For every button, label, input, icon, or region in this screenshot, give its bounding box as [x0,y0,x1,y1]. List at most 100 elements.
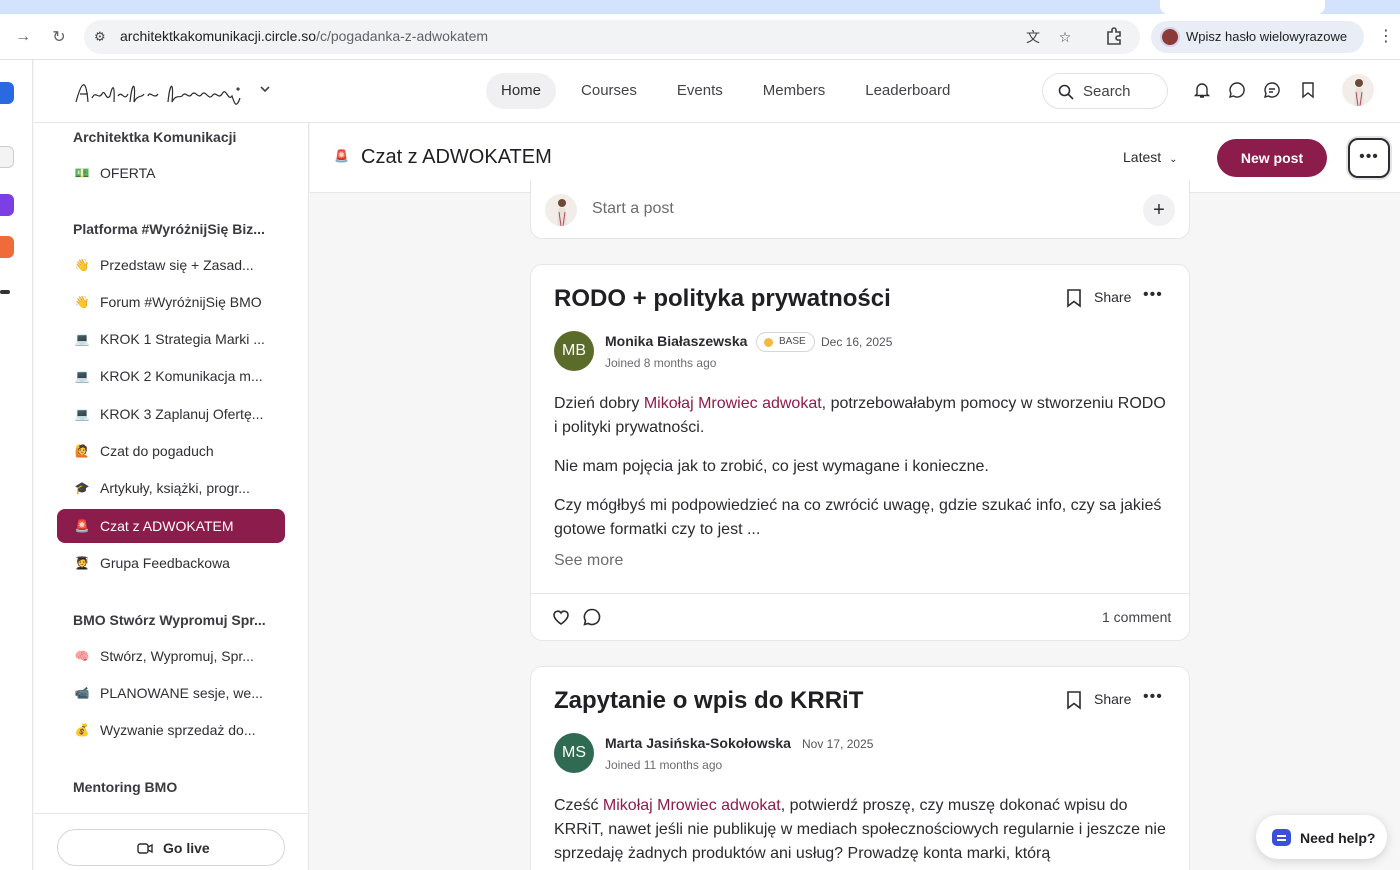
new-post-button[interactable]: New post [1217,139,1327,177]
badge-label: BASE [779,336,806,347]
add-icon[interactable]: + [1143,194,1175,226]
author-name[interactable]: Monika Białaszewska [605,333,747,349]
sidebar-item-feedback[interactable]: 🧑‍🎓 Grupa Feedbackowa [57,546,285,580]
sidebar-item-krok3[interactable]: 💻 KROK 3 Zaplanuj Ofertę... [57,397,285,431]
search-button[interactable]: Search [1042,73,1168,109]
community-logo[interactable] [72,72,252,112]
author-avatar[interactable]: MS [554,733,594,773]
sidebar-divider [34,813,308,814]
space-options-button[interactable]: ••• [1348,138,1390,178]
need-help-label: Need help? [1300,830,1376,846]
nav-home[interactable]: Home [486,73,557,109]
translate-icon[interactable]: 文 [1024,28,1042,46]
share-button[interactable]: Share [1094,289,1131,305]
chevron-down-icon[interactable] [258,82,272,96]
profile-pill[interactable]: Wpisz hasło wielowyrazowe [1151,21,1364,53]
post-options-icon[interactable]: ••• [1143,688,1163,706]
reload-icon[interactable]: ↻ [46,24,72,50]
main-nav: Home Courses Events Members Leaderboard [486,73,975,109]
see-more-link[interactable]: See more [554,552,623,570]
sidebar-item-planowane[interactable]: 📹 PLANOWANE sesje, we... [57,676,285,710]
sidebar-item-czat-adwokat[interactable]: 🚨 Czat z ADWOKATEM [57,509,285,543]
post-options-icon[interactable]: ••• [1143,286,1163,304]
left-dock [0,60,33,870]
sidebar-item-oferta[interactable]: 💵 OFERTA [57,156,285,190]
post-divider [531,593,1189,594]
bookmark-icon[interactable] [1065,288,1083,308]
sidebar-item-stworz[interactable]: 🧠 Stwórz, Wypromuj, Spr... [57,639,285,673]
composer-placeholder[interactable]: Start a post [592,200,674,218]
url-text[interactable]: architektkakomunikacji.circle.so/c/pogad… [120,28,488,44]
go-live-button[interactable]: Go live [57,829,285,866]
go-live-label: Go live [163,840,210,856]
sidebar-section-title[interactable]: Platforma #WyróżnijSię Biz... [73,221,265,237]
address-bar[interactable]: ⚙ architektkakomunikacji.circle.so/c/pog… [84,20,1140,54]
share-button[interactable]: Share [1094,691,1131,707]
messages-icon[interactable] [1263,81,1281,99]
heart-icon[interactable] [551,607,571,627]
nav-leaderboard[interactable]: Leaderboard [850,73,965,109]
need-help-button[interactable]: Need help? [1256,815,1387,859]
site-info-icon[interactable]: ⚙ [94,29,110,45]
post-body: Cześć Mikołaj Mrowiec adwokat, potwierdź… [554,794,1170,866]
sort-dropdown[interactable]: Latest ⌄ [1123,149,1178,165]
dock-app-icon[interactable] [0,194,14,216]
sidebar-item-artykuly[interactable]: 🎓 Artykuły, książki, progr... [57,471,285,505]
bell-icon[interactable] [1193,81,1211,99]
sidebar-item-krok1[interactable]: 💻 KROK 1 Strategia Marki ... [57,322,285,356]
community-header: Home Courses Events Members Leaderboard … [34,60,1400,123]
bookmarks-icon[interactable] [1299,81,1317,99]
extensions-icon[interactable] [1104,25,1126,47]
comment-icon[interactable] [582,607,602,627]
sidebar-item-przedstaw[interactable]: 👋 Przedstaw się + Zasad... [57,248,285,282]
post-title[interactable]: Zapytanie o wpis do KRRiT [554,687,863,715]
nav-members[interactable]: Members [748,73,841,109]
post-date[interactable]: Dec 16, 2025 [821,335,892,349]
author-avatar[interactable]: MB [554,331,594,371]
browser-menu-icon[interactable]: ⋮ [1378,26,1394,48]
post-body: Dzień dobry Mikołaj Mrowiec adwokat, pot… [554,392,1170,542]
sidebar-item-label: Stwórz, Wypromuj, Spr... [100,648,254,664]
dock-app-icon[interactable] [0,290,10,294]
composer-avatar-photo [557,199,567,226]
bookmark-icon[interactable] [1065,690,1083,710]
post-text: Czy mógłbyś mi podpowiedzieć na co zwróc… [554,497,1162,538]
sidebar-item-label: Grupa Feedbackowa [100,555,230,571]
chevron-down-icon: ⌄ [1169,154,1178,165]
sort-label: Latest [1123,149,1162,165]
sidebar-item-wyzwanie[interactable]: 💰 Wyzwanie sprzedaż do... [57,713,285,747]
user-avatar[interactable] [1342,74,1374,106]
badge-emoji-icon [764,338,773,347]
dock-app-icon[interactable] [0,82,14,104]
nav-courses[interactable]: Courses [566,73,652,109]
browser-tabstrip [0,0,1400,14]
post-title[interactable]: RODO + polityka prywatności [554,285,891,313]
post-composer[interactable]: Start a post + [530,180,1190,239]
sidebar-section-title[interactable]: BMO Stwórz Wypromuj Spr... [73,612,266,628]
post-date[interactable]: Nov 17, 2025 [802,737,873,751]
author-name[interactable]: Marta Jasińska-Sokołowska [605,735,791,751]
browser-active-tab[interactable] [1160,0,1325,14]
dock-app-icon[interactable] [0,236,14,258]
comment-count[interactable]: 1 comment [1102,609,1171,625]
profile-label: Wpisz hasło wielowyrazowe [1186,29,1348,44]
sidebar-item-forum[interactable]: 👋 Forum #WyróżnijSię BMO [57,285,285,319]
sidebar-item-label: Czat do pogaduch [100,443,214,459]
siren-icon: 🚨 [334,149,349,163]
space-emoji-icon: 🙋 [74,444,90,458]
mention-link[interactable]: Mikołaj Mrowiec adwokat [644,395,822,412]
post-text: Cześć [554,797,603,814]
sidebar-item-krok2[interactable]: 💻 KROK 2 Komunikacja m... [57,359,285,393]
sidebar-section-title[interactable]: Mentoring BMO [73,779,177,795]
chat-bubble-icon[interactable] [1228,81,1246,99]
sidebar-section-title[interactable]: Architektka Komunikacji [73,129,236,145]
sidebar-item-czat-pogaduch[interactable]: 🙋 Czat do pogaduch [57,434,285,468]
user-avatar-photo [1354,79,1364,106]
bookmark-star-icon[interactable]: ☆ [1056,28,1074,46]
forward-icon[interactable]: → [10,24,36,50]
mention-link[interactable]: Mikołaj Mrowiec adwokat [603,797,781,814]
sidebar-item-label: PLANOWANE sesje, we... [100,685,263,701]
nav-events[interactable]: Events [662,73,738,109]
sidebar: Architektka Komunikacji 💵 OFERTA Platform… [34,123,309,870]
dock-app-icon[interactable] [0,146,14,168]
